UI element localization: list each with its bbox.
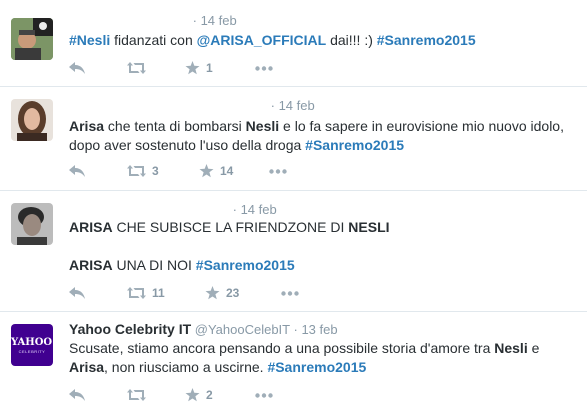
tweet-text-segment: che tenta di bombarsi — [104, 118, 246, 134]
star-icon — [185, 388, 200, 402]
avatar-photo — [11, 18, 53, 60]
tweet-text: #Nesli fidanzati con @ARISA_OFFICIAL dai… — [69, 31, 577, 50]
hashtag-link[interactable]: #Nesli — [69, 32, 110, 48]
redacted-name — [69, 15, 189, 25]
highlighted-term: Arisa — [69, 118, 105, 134]
more-icon — [269, 168, 287, 174]
star-icon — [185, 61, 200, 75]
favorite-count: 2 — [206, 388, 213, 402]
mention-link[interactable]: @ARISA_OFFICIAL — [197, 32, 327, 48]
tweet-text-segment: UNA DI NOI — [112, 257, 196, 273]
reply-icon — [69, 165, 85, 177]
tweet-text: Scusate, stiamo ancora pensando a una po… — [69, 339, 577, 377]
star-icon — [205, 286, 220, 300]
tweet-header: · 14 feb — [69, 98, 315, 113]
tweet-text: ARISA CHE SUBISCE LA FRIENDZONE DI NESLI… — [69, 218, 577, 275]
favorite-count: 1 — [206, 61, 213, 75]
retweet-count: 3 — [152, 164, 159, 178]
avatar[interactable] — [11, 18, 53, 60]
yahoo-logo-sub: CELEBRITY — [18, 349, 46, 354]
reply-button[interactable] — [69, 287, 127, 299]
retweet-button[interactable] — [127, 389, 185, 401]
highlighted-term: NESLI — [348, 219, 390, 235]
star-icon — [199, 164, 214, 178]
more-button[interactable] — [281, 290, 299, 296]
avatar-photo — [11, 203, 53, 245]
tweet-4[interactable]: YAHOO! CELEBRITY Yahoo Celebrity IT @Yah… — [0, 312, 587, 415]
tweet-1[interactable]: · 14 feb #Nesli fidanzati con @ARISA_OFF… — [0, 0, 587, 87]
tweet-actions: 1 — [69, 59, 273, 77]
tweet-time[interactable]: · 14 feb — [271, 98, 315, 113]
tweet-3[interactable]: · 14 feb ARISA CHE SUBISCE LA FRIENDZONE… — [0, 191, 587, 312]
yahoo-logo: YAHOO! — [11, 337, 53, 348]
tweet-text-segment: , non riusciamo a uscirne. — [104, 359, 268, 375]
tweet-actions: 11 23 — [69, 284, 299, 302]
highlighted-term: ARISA — [69, 257, 113, 273]
more-icon — [255, 65, 273, 71]
tweet-actions: 3 14 — [69, 162, 287, 180]
retweet-count: 11 — [152, 286, 165, 300]
display-name[interactable]: Yahoo Celebrity IT — [69, 321, 191, 337]
avatar[interactable] — [11, 203, 53, 245]
tweet-header: · 14 feb — [69, 13, 237, 28]
tweet-header: · 14 feb — [69, 202, 277, 217]
reply-button[interactable] — [69, 389, 127, 401]
avatar[interactable] — [11, 99, 53, 141]
retweet-icon — [127, 165, 146, 177]
tweet-text: Arisa che tenta di bombarsi Nesli e lo f… — [69, 117, 577, 155]
retweet-icon — [127, 287, 146, 299]
favorite-button[interactable]: 2 — [185, 388, 255, 402]
tweet-feed: · 14 feb #Nesli fidanzati con @ARISA_OFF… — [0, 0, 587, 415]
tweet-header: Yahoo Celebrity IT @YahooCelebIT · 13 fe… — [69, 321, 338, 337]
user-handle[interactable]: @YahooCelebIT — [195, 322, 290, 337]
tweet-time[interactable]: · 14 feb — [233, 202, 277, 217]
hashtag-link[interactable]: #Sanremo2015 — [377, 32, 476, 48]
highlighted-term: Nesli — [245, 118, 280, 134]
tweet-text-segment: e — [527, 340, 540, 356]
highlighted-term: Nesli — [494, 340, 528, 356]
redacted-name — [69, 204, 229, 214]
highlighted-term: ARISA — [69, 219, 113, 235]
tweet-actions: 2 — [69, 386, 273, 404]
more-button[interactable] — [269, 168, 287, 174]
tweet-text-segment: fidanzati con — [110, 32, 197, 48]
reply-icon — [69, 389, 85, 401]
tweet-2[interactable]: · 14 feb Arisa che tenta di bombarsi Nes… — [0, 87, 587, 191]
avatar-photo — [11, 99, 53, 141]
retweet-icon — [127, 62, 146, 74]
retweet-button[interactable] — [127, 62, 185, 74]
more-button[interactable] — [255, 65, 273, 71]
retweet-icon — [127, 389, 146, 401]
tweet-text-segment: Scusate, stiamo ancora pensando a una po… — [69, 340, 495, 356]
hashtag-link[interactable]: #Sanremo2015 — [196, 257, 295, 273]
retweet-button[interactable]: 11 — [127, 286, 205, 300]
favorite-button[interactable]: 23 — [205, 286, 281, 300]
redacted-name — [69, 100, 267, 110]
avatar[interactable]: YAHOO! CELEBRITY — [11, 324, 53, 366]
favorite-button[interactable]: 14 — [199, 164, 269, 178]
highlighted-term: Arisa — [69, 359, 105, 375]
retweet-button[interactable]: 3 — [127, 164, 199, 178]
favorite-count: 14 — [220, 164, 234, 178]
more-icon — [255, 392, 273, 398]
tweet-text-segment: dai!!! :) — [326, 32, 377, 48]
reply-button[interactable] — [69, 165, 127, 177]
reply-button[interactable] — [69, 62, 127, 74]
more-button[interactable] — [255, 392, 273, 398]
hashtag-link[interactable]: #Sanremo2015 — [267, 359, 366, 375]
more-icon — [281, 290, 299, 296]
tweet-time[interactable]: · 14 feb — [193, 13, 237, 28]
reply-icon — [69, 287, 85, 299]
tweet-time[interactable]: · 13 feb — [294, 322, 338, 337]
tweet-text-segment: CHE SUBISCE LA FRIENDZONE DI — [112, 219, 349, 235]
hashtag-link[interactable]: #Sanremo2015 — [305, 137, 404, 153]
reply-icon — [69, 62, 85, 74]
favorite-button[interactable]: 1 — [185, 61, 255, 75]
favorite-count: 23 — [226, 286, 240, 300]
